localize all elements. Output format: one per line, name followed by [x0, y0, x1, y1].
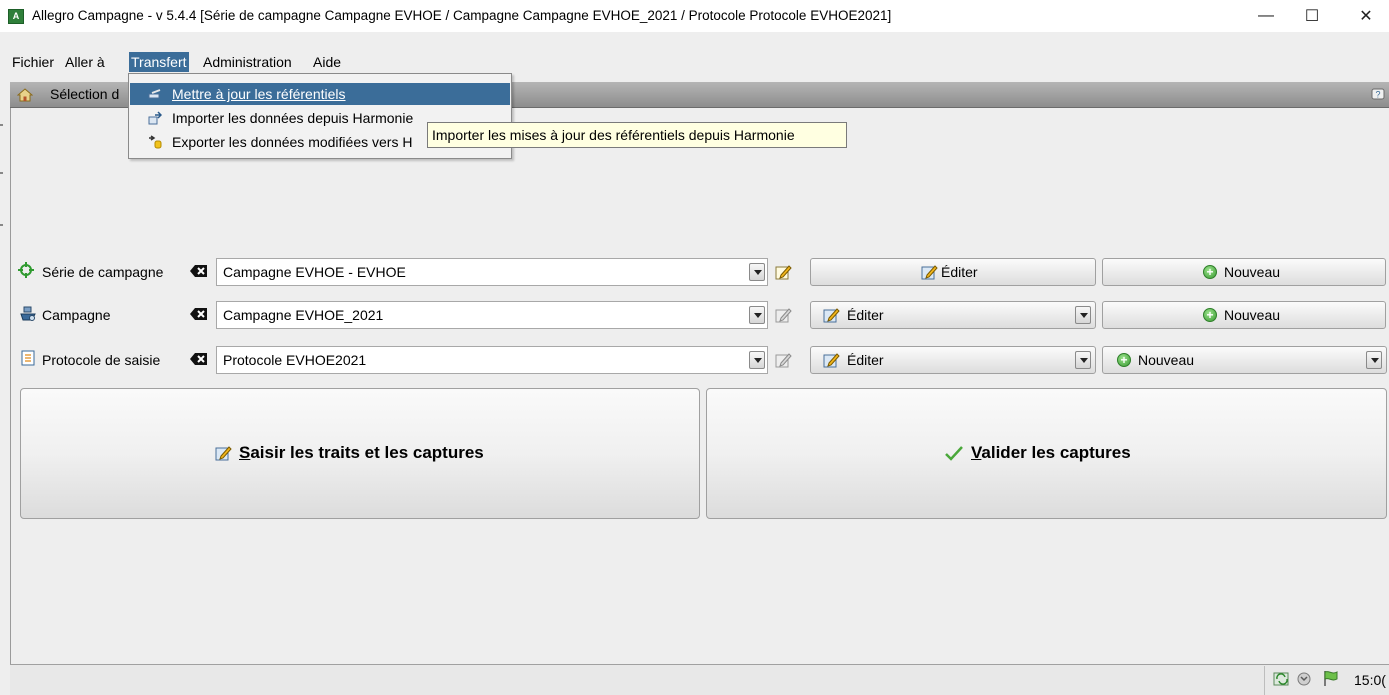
campagne-label: Campagne: [42, 307, 111, 323]
valider-mnemonic: V: [971, 443, 982, 462]
frame-mark: [0, 172, 3, 174]
protocole-edit-button[interactable]: Éditer: [810, 346, 1096, 374]
menu-item-update-referentials[interactable]: Mettre à jour les référentiels: [130, 83, 510, 105]
help-icon[interactable]: ?: [1371, 87, 1385, 103]
note-edit-icon[interactable]: [775, 352, 793, 368]
campagne-value: Campagne EVHOE_2021: [223, 307, 384, 323]
serie-combobox[interactable]: Campagne EVHOE - EVHOE: [216, 258, 768, 286]
svg-text:?: ?: [1375, 90, 1380, 100]
protocole-new-button[interactable]: + Nouveau: [1102, 346, 1387, 374]
plus-icon: +: [1203, 265, 1217, 279]
new-label: Nouveau: [1224, 264, 1281, 280]
clear-icon[interactable]: [190, 264, 208, 278]
chevron-down-icon[interactable]: [1366, 351, 1382, 369]
plus-icon: +: [1203, 308, 1217, 322]
edit-icon: [215, 446, 232, 461]
chevron-down-icon[interactable]: [749, 306, 765, 324]
home-icon[interactable]: [17, 87, 33, 103]
app-icon: A: [8, 9, 24, 24]
menu-aide[interactable]: Aide: [311, 52, 343, 72]
frame-mark: [0, 224, 3, 226]
campagne-edit-button[interactable]: Éditer: [810, 301, 1096, 329]
menu-administration[interactable]: Administration: [201, 52, 294, 72]
saisir-label: Saisir les traits et les captures: [239, 443, 484, 463]
chevron-down-icon[interactable]: [749, 263, 765, 281]
frame-mark: [0, 124, 3, 126]
chevron-down-icon[interactable]: [1075, 351, 1091, 369]
window-title: Allegro Campagne - v 5.4.4 [Série de cam…: [32, 8, 892, 23]
connection-icon[interactable]: [1296, 671, 1312, 687]
campagne-new-button[interactable]: + Nouveau: [1102, 301, 1386, 329]
menu-item-label: Exporter les données modifiées vers H: [172, 134, 413, 150]
crosshair-icon: [18, 262, 34, 278]
document-icon: [21, 350, 35, 366]
plus-icon: +: [1117, 353, 1131, 367]
serie-new-button[interactable]: + Nouveau: [1102, 258, 1386, 286]
close-button[interactable]: ✕: [1343, 0, 1389, 32]
note-edit-icon[interactable]: [775, 307, 793, 323]
export-icon: [149, 135, 162, 149]
protocole-combobox[interactable]: Protocole EVHOE2021: [216, 346, 768, 374]
valider-button[interactable]: Valider les captures: [706, 388, 1387, 519]
protocole-label: Protocole de saisie: [42, 352, 161, 368]
protocole-value: Protocole EVHOE2021: [223, 352, 367, 368]
edit-label: Éditer: [941, 264, 978, 280]
ship-icon: [20, 306, 36, 321]
menu-item-label: Mettre à jour les référentiels: [172, 86, 346, 102]
minimize-button[interactable]: —: [1243, 0, 1289, 32]
edit-icon: [823, 353, 840, 368]
clock: 15:0(: [1354, 672, 1386, 688]
maximize-button[interactable]: ☐: [1289, 0, 1335, 32]
new-label: Nouveau: [1224, 307, 1281, 323]
edit-icon: [921, 265, 938, 280]
saisir-text: aisir les traits et les captures: [250, 443, 484, 462]
edit-label: Éditer: [847, 307, 884, 323]
chevron-down-icon[interactable]: [749, 351, 765, 369]
import-icon: [148, 111, 162, 125]
menu-item-label: Importer les données depuis Harmonie: [172, 110, 414, 126]
menu-transfert[interactable]: Transfert: [129, 52, 189, 72]
edit-label: Éditer: [847, 352, 884, 368]
frame-border: [10, 108, 11, 695]
saisir-button[interactable]: Saisir les traits et les captures: [20, 388, 700, 519]
clear-icon[interactable]: [190, 307, 208, 321]
menu-bar: Fichier Aller à Transfert Administration…: [0, 50, 1389, 72]
serie-label: Série de campagne: [42, 264, 164, 280]
menu-aller-a[interactable]: Aller à: [63, 52, 107, 72]
chevron-down-icon[interactable]: [1075, 306, 1091, 324]
valider-label: Valider les captures: [971, 443, 1131, 463]
checkmark-icon: [945, 446, 963, 461]
edit-icon: [823, 308, 840, 323]
tooltip: Importer les mises à jour des référentie…: [427, 122, 847, 148]
flag-icon[interactable]: [1322, 669, 1340, 687]
menu-fichier[interactable]: Fichier: [10, 52, 56, 72]
status-bar: [10, 664, 1389, 695]
valider-text: alider les captures: [981, 443, 1131, 462]
saisir-mnemonic: S: [239, 443, 251, 462]
note-edit-icon[interactable]: [775, 264, 793, 280]
sync-icon[interactable]: [1273, 671, 1291, 687]
title-bar: A Allegro Campagne - v 5.4.4 [Série de c…: [0, 0, 1389, 32]
update-referential-icon: [148, 89, 161, 99]
new-label: Nouveau: [1138, 352, 1195, 368]
clear-icon[interactable]: [190, 352, 208, 366]
serie-value: Campagne EVHOE - EVHOE: [223, 264, 406, 280]
campagne-combobox[interactable]: Campagne EVHOE_2021: [216, 301, 768, 329]
serie-edit-button[interactable]: Éditer: [810, 258, 1096, 286]
nav-label: Sélection d: [50, 86, 120, 102]
